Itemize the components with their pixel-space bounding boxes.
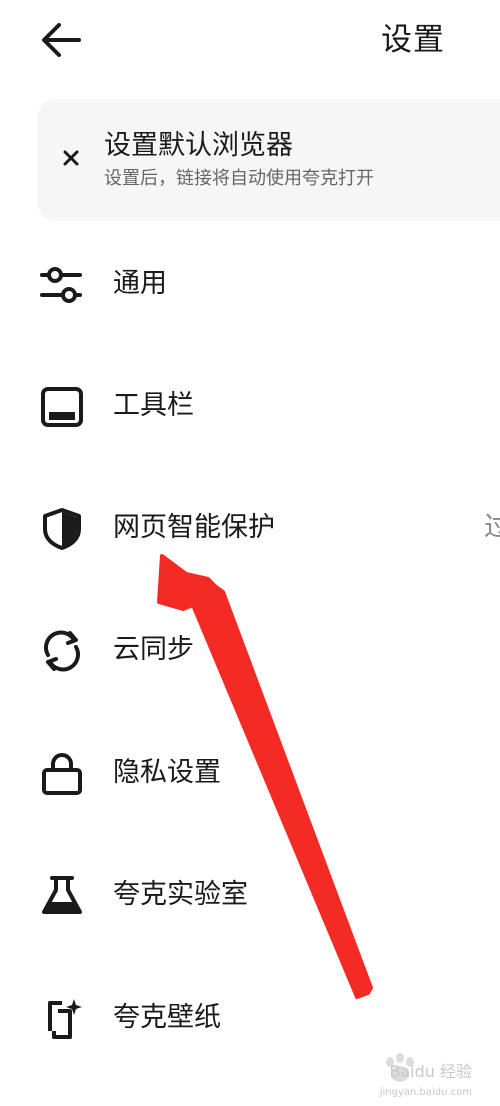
menu-item-label: 通用 [113, 268, 167, 299]
menu-item-toolbar[interactable]: 工具栏 [0, 366, 500, 446]
sliders-icon [40, 267, 82, 303]
watermark-url: jingyan.baidu.com [379, 1087, 472, 1098]
toolbar-icon [41, 387, 83, 427]
default-browser-banner[interactable]: 设置默认浏览器 设置后，链接将自动使用夸克打开 [38, 99, 500, 221]
sync-icon [44, 630, 80, 672]
wallpaper-icon [48, 999, 82, 1039]
banner-subtitle: 设置后，链接将自动使用夸克打开 [104, 168, 374, 189]
watermark-text: Baidu 经验 [389, 1062, 472, 1081]
menu-item-general[interactable]: 通用 [0, 244, 500, 324]
menu-item-label: 夸克实验室 [113, 879, 248, 910]
menu-item-label: 云同步 [113, 634, 194, 665]
menu-item-label: 网页智能保护 [113, 512, 275, 543]
menu-item-label: 工具栏 [113, 390, 194, 421]
menu-item-privacy[interactable]: 隐私设置 [0, 733, 500, 813]
arrow-left-icon [42, 23, 81, 57]
menu-item-label: 夸克壁纸 [113, 1002, 221, 1033]
menu-item-lab[interactable]: 夸克实验室 [0, 855, 500, 935]
banner-title: 设置默认浏览器 [104, 130, 293, 161]
header-bar: 设置 [0, 0, 500, 80]
close-icon [63, 150, 79, 166]
menu-item-web-protection[interactable]: 网页智能保护 过 [0, 488, 500, 568]
menu-item-cloud-sync[interactable]: 云同步 [0, 610, 500, 690]
menu-item-value: 过 [484, 512, 500, 543]
shield-icon [43, 508, 81, 550]
settings-page: 设置 设置默认浏览器 设置后，链接将自动使用夸克打开 通用 工具栏 网页智能保护… [0, 0, 500, 1106]
flask-icon [42, 876, 82, 914]
page-title: 设置 [381, 22, 445, 58]
banner-close-button[interactable] [56, 143, 86, 173]
lock-icon [42, 753, 82, 795]
back-button[interactable] [36, 18, 86, 62]
menu-item-label: 隐私设置 [113, 757, 221, 788]
